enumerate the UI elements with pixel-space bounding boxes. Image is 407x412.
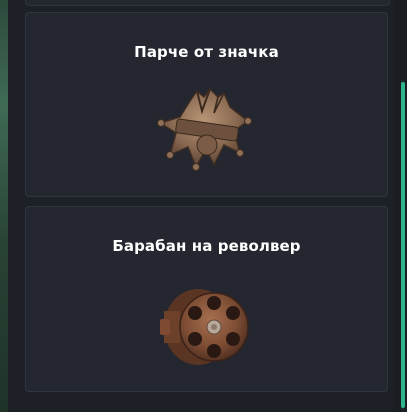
item-card-revolver-cylinder[interactable]: Барабан на револвер (25, 206, 388, 392)
sheriff-badge-fragment-icon (156, 87, 252, 171)
background-strip (0, 0, 8, 412)
inventory-panel: Парче от значка Барабан на револвер (0, 0, 407, 412)
item-title: Барабан на револвер (112, 237, 301, 255)
item-title: Парче от значка (134, 43, 279, 61)
scrollbar-thumb[interactable] (401, 82, 405, 408)
previous-item-card[interactable] (25, 0, 390, 6)
revolver-cylinder-icon (159, 289, 249, 365)
item-card-badge-fragment[interactable]: Парче от значка (25, 12, 388, 197)
